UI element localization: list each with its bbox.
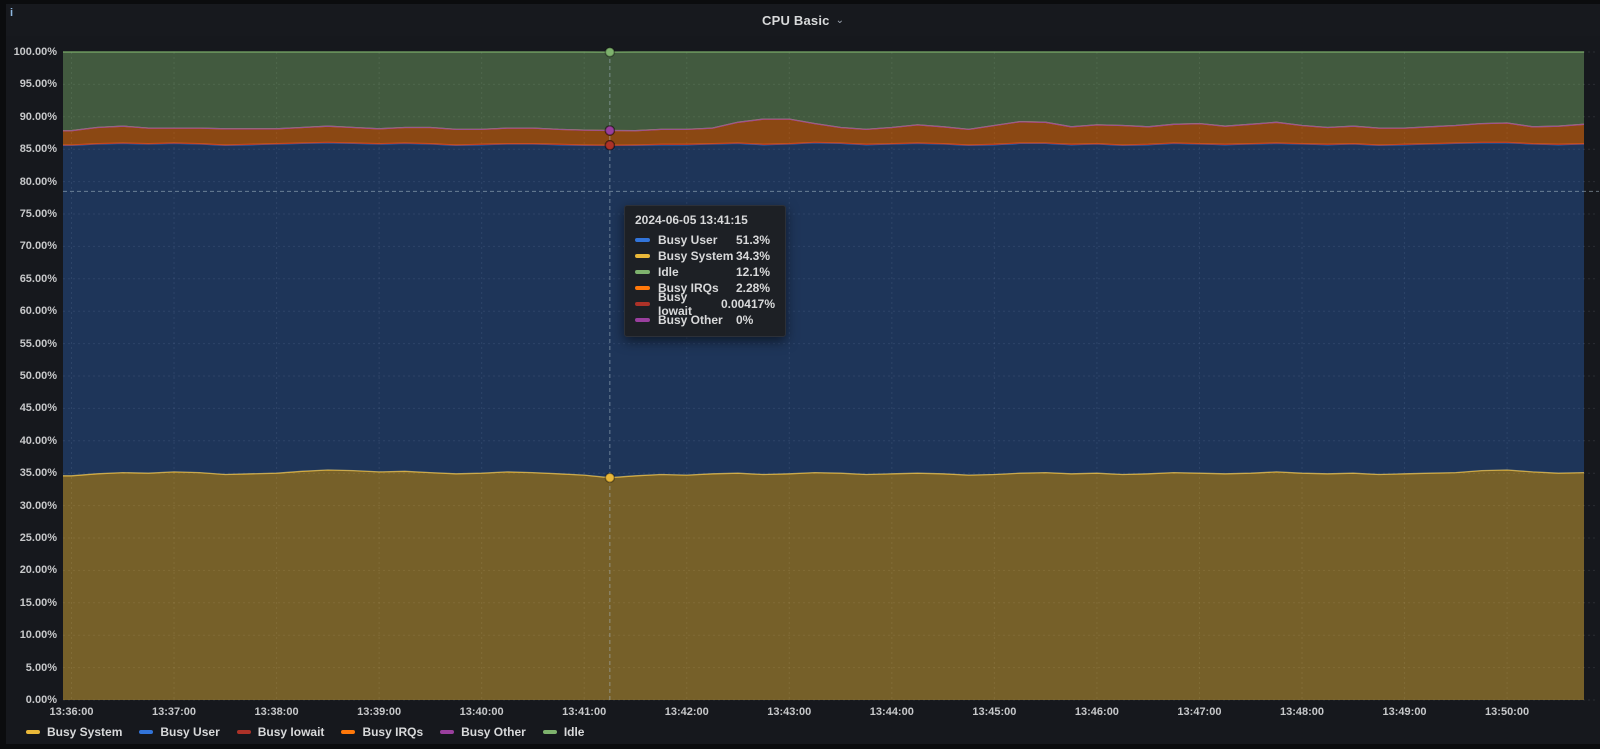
x-axis-label: 13:42:00 bbox=[664, 706, 709, 718]
y-axis-label: 80.00% bbox=[19, 175, 57, 188]
legend-item[interactable]: Busy Other bbox=[440, 725, 526, 739]
tooltip-series-value: 2.28% bbox=[736, 281, 771, 295]
chart-canvas[interactable] bbox=[0, 0, 1600, 749]
x-axis-label: 13:38:00 bbox=[254, 706, 299, 718]
series-swatch bbox=[635, 318, 650, 322]
legend-item[interactable]: Busy Iowait bbox=[236, 725, 325, 739]
legend-swatch bbox=[139, 730, 154, 734]
x-axis-label: 13:46:00 bbox=[1074, 706, 1119, 718]
grafana-panel-stage: CPU Basic ⌄ i 100.00% 95.00% 90.00% 85.00% 8… bbox=[0, 0, 1600, 749]
y-axis-label: 20.00% bbox=[19, 564, 57, 577]
legend-item-label[interactable]: Idle bbox=[564, 725, 585, 739]
y-axis-label: 65.00% bbox=[19, 272, 57, 285]
y-axis-label: 40.00% bbox=[19, 434, 57, 447]
y-axis-label: 25.00% bbox=[19, 532, 57, 544]
tooltip-series-label: Busy Other bbox=[658, 313, 723, 327]
x-axis-label: 13:37:00 bbox=[152, 706, 197, 718]
series-swatch bbox=[635, 302, 650, 306]
x-axis-label: 13:50:00 bbox=[1485, 706, 1530, 718]
tooltip-row: Busy User 51.3% bbox=[635, 232, 775, 248]
tooltip-series-label: Busy User bbox=[658, 233, 718, 247]
legend-item[interactable]: Busy User bbox=[139, 725, 220, 739]
y-axis-label: 5.00% bbox=[25, 661, 57, 674]
tooltip-row: Busy System 34.3% bbox=[635, 248, 775, 264]
y-axis-label: 35.00% bbox=[19, 467, 57, 480]
tooltip-series-label: Idle bbox=[658, 265, 679, 279]
series-swatch bbox=[635, 270, 650, 274]
y-axis-label: 70.00% bbox=[19, 240, 57, 253]
tooltip-series-value: 12.1% bbox=[736, 265, 771, 279]
legend: Busy System Busy User Busy Iowait Busy IRQs… bbox=[26, 724, 584, 740]
y-axis-label: 90.00% bbox=[19, 110, 57, 123]
series-swatch bbox=[635, 254, 650, 258]
series-swatch bbox=[635, 238, 650, 242]
y-axis-label: 15.00% bbox=[19, 596, 57, 609]
x-axis-label: 13:36:00 bbox=[49, 706, 94, 718]
y-axis-label: 85.00% bbox=[19, 143, 57, 156]
legend-item-label[interactable]: Busy IRQs bbox=[362, 725, 423, 739]
x-axis-label: 13:49:00 bbox=[1382, 706, 1427, 718]
tooltip-series-value: 51.3% bbox=[736, 233, 771, 247]
legend-item[interactable]: Idle bbox=[542, 725, 585, 739]
series-swatch bbox=[635, 286, 650, 290]
x-axis-label: 13:39:00 bbox=[357, 706, 402, 718]
legend-swatch bbox=[440, 730, 455, 734]
x-axis-label: 13:48:00 bbox=[1279, 706, 1325, 718]
legend-item-label[interactable]: Busy Iowait bbox=[258, 725, 325, 739]
x-axis-label: 13:47:00 bbox=[1177, 706, 1222, 718]
legend-item[interactable]: Busy System bbox=[26, 725, 122, 739]
y-axis-label: 0.00% bbox=[25, 694, 57, 706]
y-axis-label: 55.00% bbox=[19, 337, 57, 350]
tooltip-series-label: Busy System bbox=[658, 249, 734, 263]
y-axis-label: 45.00% bbox=[19, 402, 57, 415]
y-axis-label: 10.00% bbox=[19, 629, 57, 642]
y-axis-label: 60.00% bbox=[19, 305, 57, 318]
tooltip-series-value: 34.3% bbox=[736, 249, 771, 263]
x-axis-label: 13:43:00 bbox=[767, 706, 812, 718]
x-axis-label: 13:45:00 bbox=[972, 706, 1017, 718]
y-axis-label: 75.00% bbox=[19, 208, 57, 220]
y-axis-label: 50.00% bbox=[19, 370, 57, 382]
x-axis-label: 13:41:00 bbox=[562, 706, 607, 718]
legend-item[interactable]: Busy IRQs bbox=[341, 725, 423, 739]
tooltip-series-value: 0.00417% bbox=[720, 297, 775, 311]
x-axis-label: 13:40:00 bbox=[459, 706, 504, 718]
tooltip-row: Busy Iowait 0.00417% bbox=[635, 290, 775, 318]
legend-item-label[interactable]: Busy System bbox=[47, 725, 122, 739]
legend-item-label[interactable]: Busy User bbox=[160, 725, 219, 739]
tooltip-timestamp: 2024-06-05 13:41:15 bbox=[635, 213, 748, 227]
legend-item-label[interactable]: Busy Other bbox=[461, 725, 526, 739]
tooltip-row: Busy Other 0% bbox=[635, 312, 775, 328]
legend-swatch bbox=[26, 730, 40, 734]
tooltip: 2024-06-05 13:41:15 Busy User 51.3% Busy… bbox=[624, 205, 786, 337]
y-axis-label: 100.00% bbox=[13, 46, 57, 58]
legend-swatch bbox=[236, 730, 251, 734]
tooltip-series-value: 0% bbox=[736, 313, 754, 327]
y-axis-label: 30.00% bbox=[19, 499, 57, 512]
y-axis-label: 95.00% bbox=[19, 78, 57, 91]
tooltip-row: Idle 12.1% bbox=[635, 264, 775, 280]
x-axis-label: 13:44:00 bbox=[869, 706, 914, 718]
legend-swatch bbox=[542, 730, 557, 734]
legend-swatch bbox=[341, 730, 356, 734]
